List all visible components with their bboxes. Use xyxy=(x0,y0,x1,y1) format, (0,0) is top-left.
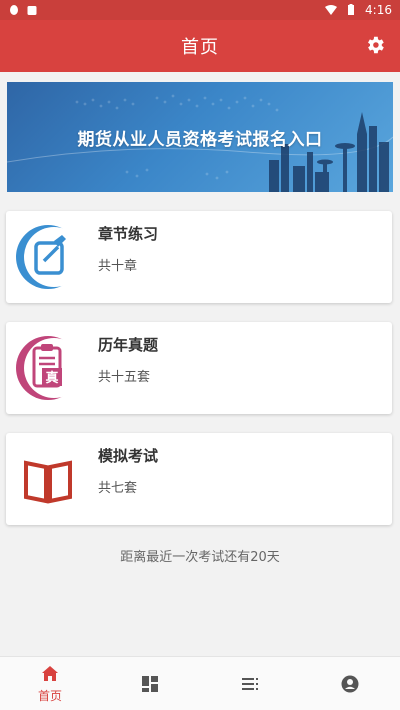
settings-button[interactable] xyxy=(362,32,388,58)
wifi-icon xyxy=(325,5,338,15)
card-title: 章节练习 xyxy=(98,225,159,243)
nav-home-label: 首页 xyxy=(37,688,62,703)
card-title: 历年真题 xyxy=(98,336,159,354)
numbered-list-icon xyxy=(242,677,258,690)
qq-notification-icon xyxy=(10,5,18,15)
app-bar: 首页 xyxy=(0,20,400,72)
nav-dashboard[interactable] xyxy=(100,657,200,710)
registration-banner[interactable]: 期货从业人员资格考试报名入口 xyxy=(7,82,393,192)
nav-profile[interactable] xyxy=(300,657,400,710)
card-subtitle: 共七套 xyxy=(98,481,138,496)
gear-icon xyxy=(368,36,384,54)
banner-title: 期货从业人员资格考试报名入口 xyxy=(77,129,323,150)
app-notification-icon xyxy=(27,6,37,15)
clipboard-icon: 真 xyxy=(16,336,82,400)
pencil-note-icon xyxy=(16,225,82,289)
status-time: 4:16 xyxy=(365,3,392,17)
card-subtitle: 共十章 xyxy=(98,259,138,274)
profile-icon xyxy=(341,675,359,692)
bottom-nav: 首页 xyxy=(0,656,400,710)
home-icon xyxy=(42,665,58,681)
nav-home[interactable]: 首页 xyxy=(0,657,100,710)
past-exams-card[interactable]: 真 历年真题 共十五套 xyxy=(6,322,392,414)
status-bar: 4:16 xyxy=(0,0,400,20)
page-title: 首页 xyxy=(181,37,219,58)
nav-list[interactable] xyxy=(200,657,300,710)
card-subtitle: 共十五套 xyxy=(98,370,151,385)
open-book-icon xyxy=(24,460,72,504)
zhen-glyph: 真 xyxy=(45,370,58,386)
card-title: 模拟考试 xyxy=(98,447,159,465)
chapter-practice-card[interactable]: 章节练习 共十章 xyxy=(6,211,392,303)
dashboard-icon xyxy=(142,675,158,692)
battery-icon xyxy=(348,4,355,15)
exam-countdown: 距离最近一次考试还有20天 xyxy=(120,550,280,565)
mock-exam-card[interactable]: 模拟考试 共七套 xyxy=(6,433,392,525)
